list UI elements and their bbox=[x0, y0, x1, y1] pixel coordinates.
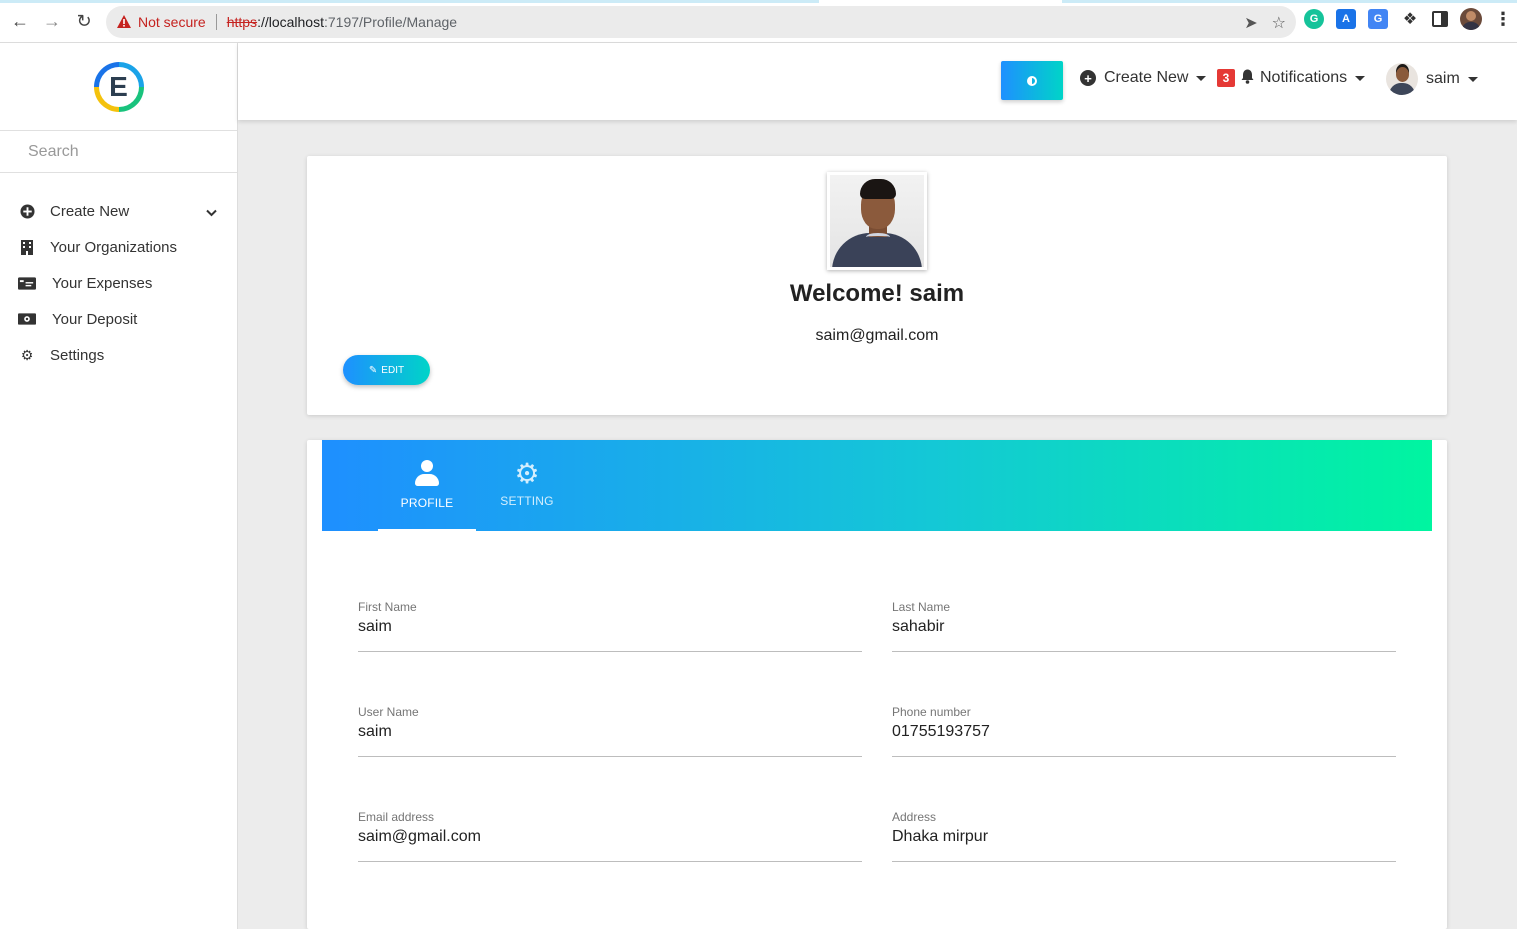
notifications-label: Notifications bbox=[1260, 69, 1348, 86]
caret-down-icon bbox=[1355, 75, 1366, 81]
gear-icon: ⚙ bbox=[20, 346, 34, 363]
email-input[interactable] bbox=[358, 824, 862, 850]
sidebar-search bbox=[0, 131, 237, 173]
sidebar-item-label: Settings bbox=[50, 346, 105, 364]
credit-card-icon bbox=[18, 276, 36, 290]
address-input[interactable] bbox=[892, 824, 1396, 850]
google-translate-icon[interactable]: G bbox=[1368, 9, 1388, 29]
last-name-label: Last Name bbox=[892, 600, 951, 614]
first-name-field: First Name bbox=[358, 600, 862, 652]
logo-area: E bbox=[0, 43, 237, 131]
sidebar-item-label: Create New bbox=[50, 202, 130, 220]
forward-arrow-icon[interactable]: → bbox=[41, 10, 63, 32]
profile-details-card: PROFILE ⚙ SETTING First Name Last Name U… bbox=[307, 440, 1447, 929]
first-name-label: First Name bbox=[358, 600, 417, 614]
profile-email: saim@gmail.com bbox=[815, 327, 939, 344]
user-name-label: User Name bbox=[358, 705, 419, 719]
user-menu-dropdown[interactable]: saim bbox=[1386, 63, 1478, 95]
profile-summary-card: Welcome! saim saim@gmail.com ✎ EDIT bbox=[307, 156, 1447, 415]
first-name-input[interactable] bbox=[358, 614, 862, 640]
sidebar-item-label: Your Organizations bbox=[50, 238, 178, 256]
menu-kebab-icon[interactable]: ⋮ bbox=[1494, 9, 1512, 30]
create-new-dropdown[interactable]: + Create New bbox=[1080, 69, 1207, 87]
last-name-field: Last Name bbox=[892, 600, 1396, 652]
edit-profile-button[interactable]: ✎ EDIT bbox=[343, 355, 430, 385]
sidebar-item-create-new[interactable]: Create New bbox=[0, 193, 237, 229]
top-navbar: + Create New 3 Notifications saim bbox=[238, 43, 1517, 120]
sidebar-nav: Create New Your Organizations Your Expen… bbox=[0, 173, 237, 373]
welcome-heading: Welcome! saim bbox=[789, 280, 965, 307]
user-icon bbox=[415, 460, 439, 488]
username-label: saim bbox=[1426, 70, 1460, 87]
sidebar-item-organizations[interactable]: Your Organizations bbox=[0, 229, 237, 265]
sidebar: E Create New Your Organizations Your Exp… bbox=[0, 43, 238, 929]
address-field: Address bbox=[892, 810, 1396, 862]
theme-toggle-button[interactable] bbox=[1001, 61, 1063, 100]
tab-label: SETTING bbox=[500, 494, 554, 508]
search-input[interactable] bbox=[0, 131, 237, 172]
last-name-input[interactable] bbox=[892, 614, 1396, 640]
back-arrow-icon[interactable]: ← bbox=[9, 10, 31, 32]
grammarly-icon[interactable]: G bbox=[1304, 9, 1324, 29]
phone-number-field: Phone number bbox=[892, 705, 1396, 757]
money-bill-icon bbox=[18, 313, 36, 325]
translate-icon[interactable]: A bbox=[1336, 9, 1356, 29]
notifications-dropdown[interactable]: 3 Notifications bbox=[1217, 69, 1366, 87]
app-logo[interactable]: E bbox=[93, 61, 144, 112]
user-name-field: User Name bbox=[358, 705, 862, 757]
sidebar-item-label: Your Expenses bbox=[52, 274, 153, 292]
tab-setting[interactable]: ⚙ SETTING bbox=[478, 440, 576, 531]
address-bar[interactable]: Not secure https ://localhost :7197/Prof… bbox=[106, 6, 1296, 38]
browser-chrome: ← → ↻ Not secure https ://localhost :719… bbox=[0, 0, 1517, 43]
bell-icon bbox=[1241, 69, 1254, 87]
omnibox-actions: ➤ ☆ bbox=[1244, 13, 1286, 33]
gear-icon: ⚙ bbox=[514, 458, 540, 489]
sidebar-item-settings[interactable]: ⚙ Settings bbox=[0, 337, 237, 373]
security-label: Not secure bbox=[138, 14, 206, 30]
address-label: Address bbox=[892, 810, 937, 824]
tabs-header: PROFILE ⚙ SETTING bbox=[322, 440, 1432, 531]
phone-number-input[interactable] bbox=[892, 719, 1396, 745]
profile-photo bbox=[827, 172, 927, 270]
warning-icon bbox=[117, 15, 131, 28]
sidebar-item-label: Your Deposit bbox=[52, 310, 138, 328]
divider bbox=[215, 14, 217, 30]
notification-count-badge: 3 bbox=[1217, 69, 1235, 87]
extensions-puzzle-icon[interactable]: ❖ bbox=[1400, 9, 1420, 29]
half-circle-icon bbox=[1027, 75, 1037, 86]
caret-down-icon bbox=[1196, 75, 1207, 81]
loading-bar bbox=[0, 0, 1517, 3]
create-new-label: Create New bbox=[1104, 69, 1189, 86]
tab-label: PROFILE bbox=[400, 496, 454, 510]
send-icon[interactable]: ➤ bbox=[1244, 13, 1257, 33]
building-icon bbox=[18, 239, 36, 255]
user-name-input[interactable] bbox=[358, 719, 862, 745]
reload-icon[interactable]: ↻ bbox=[73, 10, 95, 32]
chevron-down-icon[interactable] bbox=[206, 204, 217, 221]
email-field: Email address bbox=[358, 810, 862, 862]
edit-icon: ✎ bbox=[368, 364, 378, 376]
plus-circle-icon bbox=[18, 203, 36, 219]
logo-letter: E bbox=[109, 70, 128, 102]
email-label: Email address bbox=[358, 810, 435, 824]
star-icon[interactable]: ☆ bbox=[1272, 13, 1286, 33]
side-panel-icon[interactable] bbox=[1432, 11, 1448, 27]
sidebar-item-expenses[interactable]: Your Expenses bbox=[0, 265, 237, 301]
tab-profile[interactable]: PROFILE bbox=[378, 440, 476, 531]
plus-circle-icon: + bbox=[1080, 70, 1096, 86]
sidebar-item-deposit[interactable]: Your Deposit bbox=[0, 301, 237, 337]
caret-down-icon bbox=[1467, 76, 1478, 82]
phone-number-label: Phone number bbox=[892, 705, 971, 719]
url-path: :7197/Profile/Manage bbox=[324, 14, 458, 30]
url-scheme: https bbox=[226, 14, 258, 30]
profile-avatar-icon[interactable] bbox=[1460, 8, 1482, 30]
avatar bbox=[1386, 63, 1418, 95]
edit-label: EDIT bbox=[381, 364, 405, 376]
active-tab-indicator bbox=[378, 529, 476, 531]
extensions-area: G A G ❖ ⋮ bbox=[1304, 8, 1512, 30]
url-host: ://localhost bbox=[257, 14, 324, 30]
